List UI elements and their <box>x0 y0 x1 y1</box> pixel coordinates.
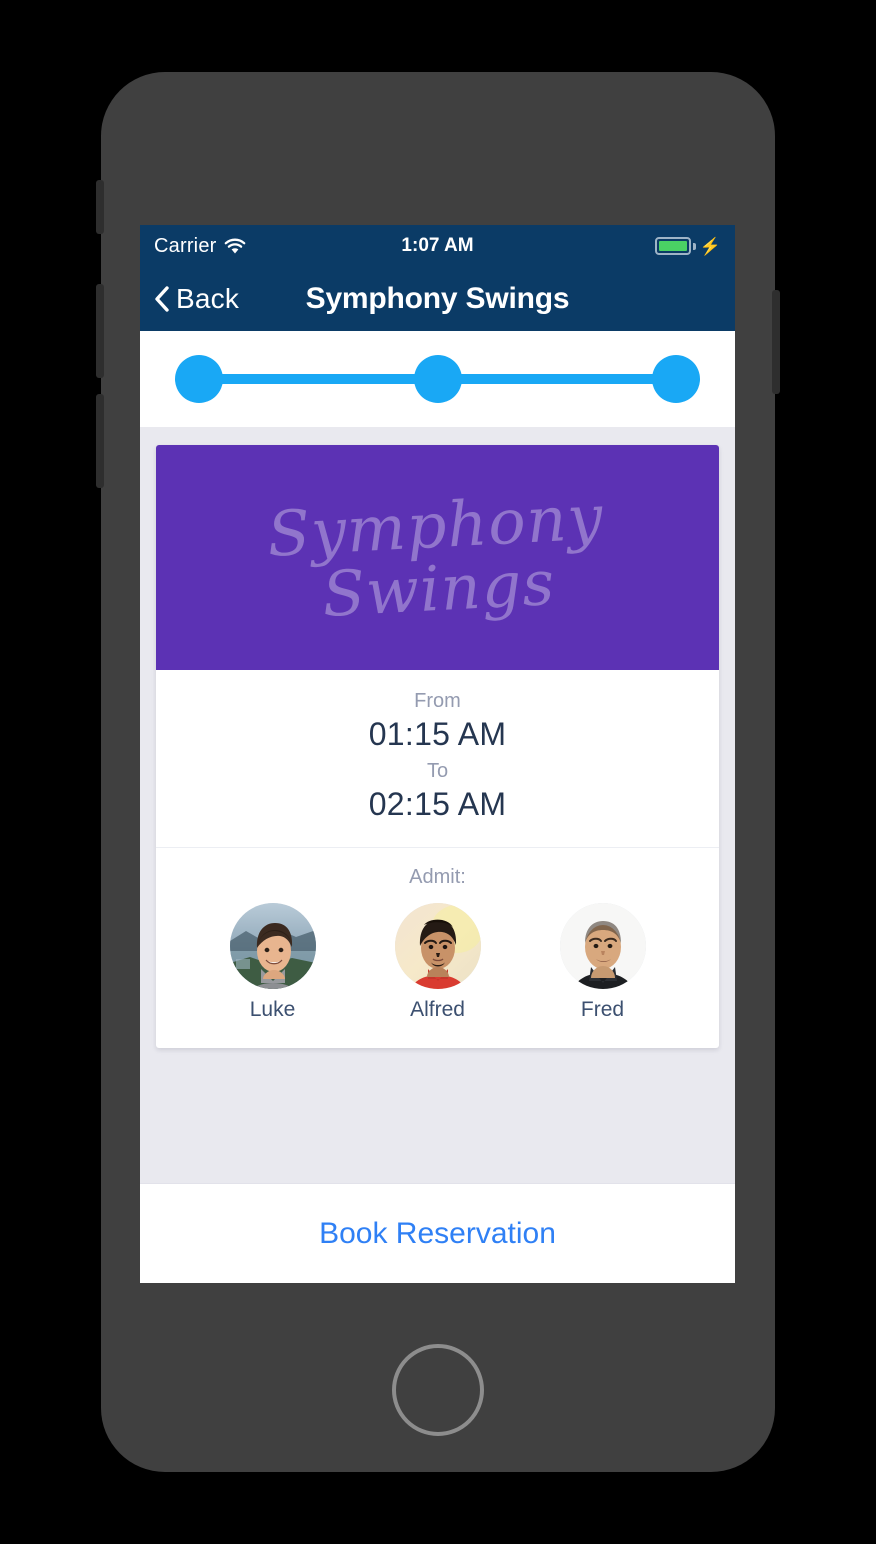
battery-fill <box>658 241 687 251</box>
from-time-value: 01:15 AM <box>368 716 507 752</box>
status-bar: Carrier 1:07 AM ⚡ <box>140 225 735 267</box>
phone-frame: Carrier 1:07 AM ⚡ Back Symphony Swings S… <box>96 72 780 1472</box>
event-logo: Symphony Swings <box>266 480 608 631</box>
content-area: Symphony Swings From 01:15 AM To 02:15 A… <box>140 427 735 1183</box>
wifi-icon <box>224 238 246 255</box>
stepper-dot-1[interactable] <box>175 355 223 403</box>
book-reservation-button[interactable]: Book Reservation <box>319 1217 556 1251</box>
charging-bolt-icon: ⚡ <box>699 236 721 256</box>
chevron-left-icon <box>154 286 170 312</box>
guest-name: Fred <box>580 998 625 1021</box>
status-bar-left: Carrier <box>154 235 246 258</box>
guest-item[interactable]: Alfred <box>379 903 497 1022</box>
avatar-luke <box>229 903 316 989</box>
volume-down-button[interactable] <box>96 394 104 488</box>
schedule-section: From 01:15 AM To 02:15 AM <box>156 670 719 848</box>
stepper-track <box>175 355 700 403</box>
to-label: To <box>426 760 449 782</box>
guest-item[interactable]: Luke <box>214 903 332 1022</box>
progress-stepper <box>140 331 735 427</box>
admit-label: Admit: <box>409 866 466 888</box>
event-card: Symphony Swings From 01:15 AM To 02:15 A… <box>156 445 719 1048</box>
volume-up-button[interactable] <box>96 284 104 378</box>
battery-full-icon <box>654 237 691 255</box>
carrier-label: Carrier <box>154 234 217 257</box>
guest-name: Luke <box>249 998 296 1021</box>
admit-section: Admit: Luke Alfred Fred <box>156 848 719 1048</box>
stepper-dot-3[interactable] <box>652 355 700 403</box>
earpiece-area <box>101 72 775 222</box>
phone-screen: Carrier 1:07 AM ⚡ Back Symphony Swings S… <box>140 225 735 1283</box>
avatar-alfred <box>394 903 481 989</box>
event-logo-line-2: Swings <box>320 545 558 631</box>
guest-name: Alfred <box>410 998 465 1021</box>
avatar-fred <box>559 903 646 989</box>
nav-bar: Back Symphony Swings <box>140 267 735 331</box>
status-bar-right: ⚡ <box>654 236 721 256</box>
footer-bar: Book Reservation <box>140 1183 735 1283</box>
stepper-dot-2[interactable] <box>413 355 462 403</box>
guest-item[interactable]: Fred <box>544 903 662 1022</box>
back-label: Back <box>176 283 240 314</box>
power-button[interactable] <box>772 290 780 394</box>
from-label: From <box>414 690 461 712</box>
back-button[interactable]: Back <box>154 283 239 315</box>
event-banner: Symphony Swings <box>156 445 719 670</box>
home-button[interactable] <box>392 1344 484 1436</box>
guest-list: Luke Alfred Fred <box>156 903 719 1022</box>
to-time-value: 02:15 AM <box>368 786 507 822</box>
battery-cap-icon <box>692 242 696 250</box>
